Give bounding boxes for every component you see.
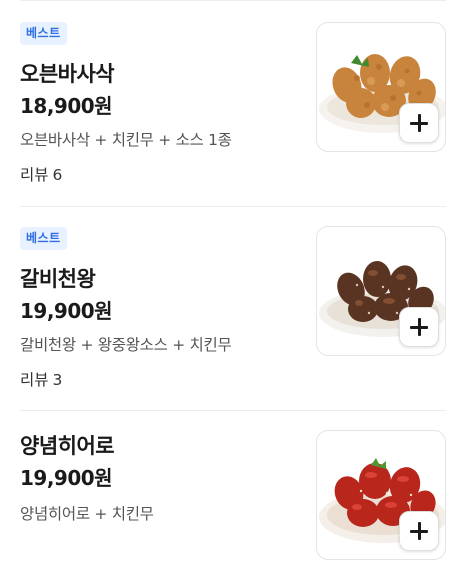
plus-icon: [410, 522, 428, 540]
menu-item-reviews: 리뷰 6: [20, 163, 62, 185]
best-badge: 베스트: [20, 22, 67, 45]
plus-icon: [410, 114, 428, 132]
menu-item-name: 갈비천왕: [20, 267, 96, 291]
review-count: 3: [52, 371, 63, 389]
menu-item-description: 오븐바사삭 + 치킨무 + 소스 1종: [20, 131, 232, 149]
menu-item-yangnyeom-hero[interactable]: 양념히어로 19,900원 양념히어로 + 치킨무: [0, 410, 466, 576]
menu-item-oven-basasak[interactable]: 베스트 오븐바사삭 18,900원 오븐바사삭 + 치킨무 + 소스 1종 리뷰…: [0, 0, 466, 207]
best-badge: 베스트: [20, 227, 67, 250]
menu-item-price: 19,900원: [20, 299, 113, 323]
add-to-cart-button[interactable]: [399, 307, 439, 347]
menu-item-reviews: 리뷰 3: [20, 368, 62, 390]
menu-item-name: 양념히어로: [20, 434, 115, 458]
menu-item-image[interactable]: [316, 226, 446, 356]
menu-item-description: 양념히어로 + 치킨무: [20, 505, 154, 523]
menu-item-price: 18,900원: [20, 94, 113, 118]
plus-icon: [410, 318, 428, 336]
add-to-cart-button[interactable]: [399, 103, 439, 143]
menu-item-price: 19,900원: [20, 466, 113, 490]
review-count: 6: [52, 166, 63, 184]
review-label: 리뷰: [20, 166, 49, 184]
menu-item-galbi-cheonwang[interactable]: 베스트 갈비천왕 19,900원 갈비천왕 + 왕중왕소스 + 치킨무 리뷰 3: [0, 206, 466, 411]
menu-item-image[interactable]: [316, 430, 446, 560]
add-to-cart-button[interactable]: [399, 511, 439, 551]
menu-item-image[interactable]: [316, 22, 446, 152]
menu-item-description: 갈비천왕 + 왕중왕소스 + 치킨무: [20, 336, 232, 354]
review-label: 리뷰: [20, 371, 49, 389]
menu-item-name: 오븐바사삭: [20, 62, 115, 86]
